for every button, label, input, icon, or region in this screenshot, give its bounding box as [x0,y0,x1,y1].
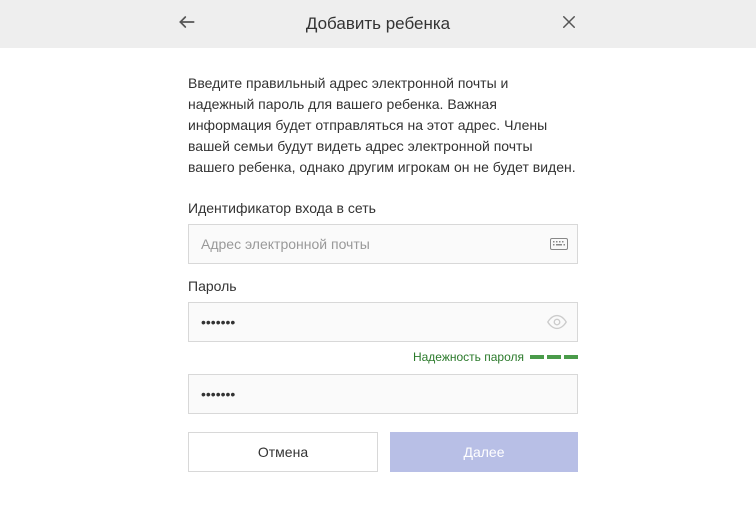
eye-icon[interactable] [546,311,568,333]
email-input-wrap [188,224,578,264]
email-label: Идентификатор входа в сеть [188,200,578,216]
dialog-content: Введите правильный адрес электронной поч… [188,48,578,497]
close-button[interactable] [557,12,581,36]
email-field[interactable] [188,224,578,264]
close-icon [560,13,578,36]
next-button[interactable]: Далее [390,432,578,472]
password-confirm-wrap [188,374,578,414]
password-strength-bars [530,355,578,359]
intro-text: Введите правильный адрес электронной поч… [188,73,578,178]
password-input-wrap [188,302,578,342]
arrow-left-icon [177,12,197,37]
password-strength-label: Надежность пароля [413,350,524,364]
dialog-header: Добавить ребенка [0,0,756,48]
dialog-title: Добавить ребенка [20,14,736,34]
back-button[interactable] [175,12,199,36]
button-row: Отмена Далее [188,432,578,472]
cancel-button[interactable]: Отмена [188,432,378,472]
password-strength: Надежность пароля [188,350,578,364]
password-confirm-field[interactable] [188,374,578,414]
password-field[interactable] [188,302,578,342]
password-label: Пароль [188,278,578,294]
keyboard-icon[interactable] [550,238,568,250]
